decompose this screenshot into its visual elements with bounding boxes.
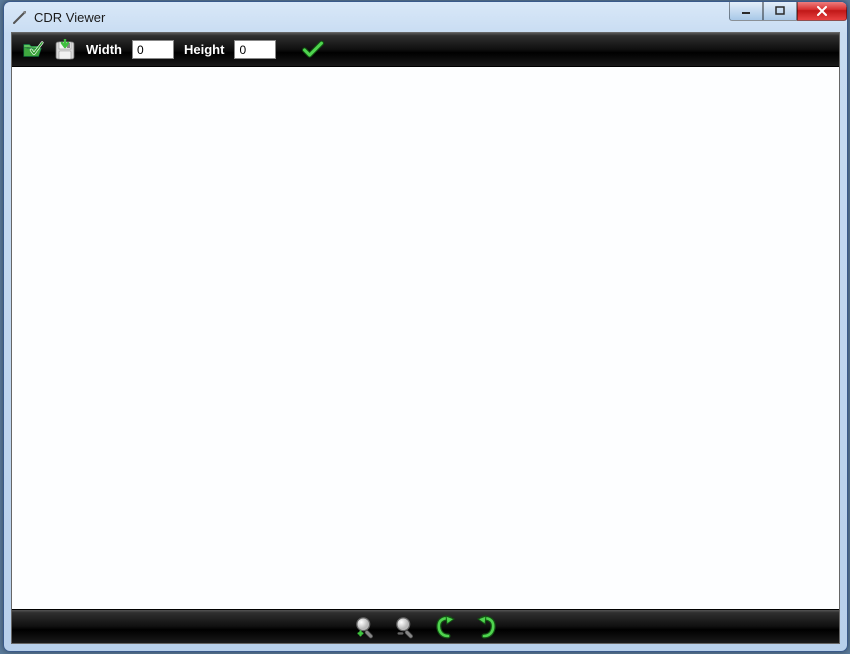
zoom-out-icon bbox=[395, 615, 417, 639]
height-input[interactable] bbox=[234, 40, 276, 59]
checkmark-icon bbox=[302, 39, 324, 61]
width-input[interactable] bbox=[132, 40, 174, 59]
bottom-toolbar bbox=[12, 609, 839, 643]
minimize-button[interactable] bbox=[729, 1, 763, 21]
client-area: Width Height bbox=[11, 32, 840, 644]
title-bar[interactable]: CDR Viewer bbox=[4, 2, 847, 32]
rotate-left-button[interactable] bbox=[435, 616, 457, 638]
rotate-left-icon bbox=[435, 615, 457, 639]
zoom-out-button[interactable] bbox=[395, 616, 417, 638]
app-pencil-icon bbox=[12, 9, 28, 25]
width-label: Width bbox=[86, 42, 122, 57]
canvas-viewport[interactable] bbox=[12, 67, 839, 609]
maximize-icon bbox=[775, 6, 785, 16]
close-icon bbox=[816, 6, 828, 16]
window-controls bbox=[729, 1, 847, 21]
minimize-icon bbox=[741, 6, 751, 16]
apply-button[interactable] bbox=[302, 39, 324, 61]
maximize-button[interactable] bbox=[763, 1, 797, 21]
save-disk-icon bbox=[54, 39, 76, 61]
rotate-right-icon bbox=[475, 615, 497, 639]
zoom-in-button[interactable] bbox=[355, 616, 377, 638]
open-button[interactable] bbox=[22, 39, 44, 61]
save-button[interactable] bbox=[54, 39, 76, 61]
window-title: CDR Viewer bbox=[34, 10, 105, 25]
open-folder-check-icon bbox=[22, 39, 44, 61]
height-label: Height bbox=[184, 42, 224, 57]
top-toolbar: Width Height bbox=[12, 33, 839, 67]
rotate-right-button[interactable] bbox=[475, 616, 497, 638]
application-window: CDR Viewer bbox=[3, 1, 848, 652]
zoom-in-icon bbox=[355, 615, 377, 639]
close-button[interactable] bbox=[797, 1, 847, 21]
